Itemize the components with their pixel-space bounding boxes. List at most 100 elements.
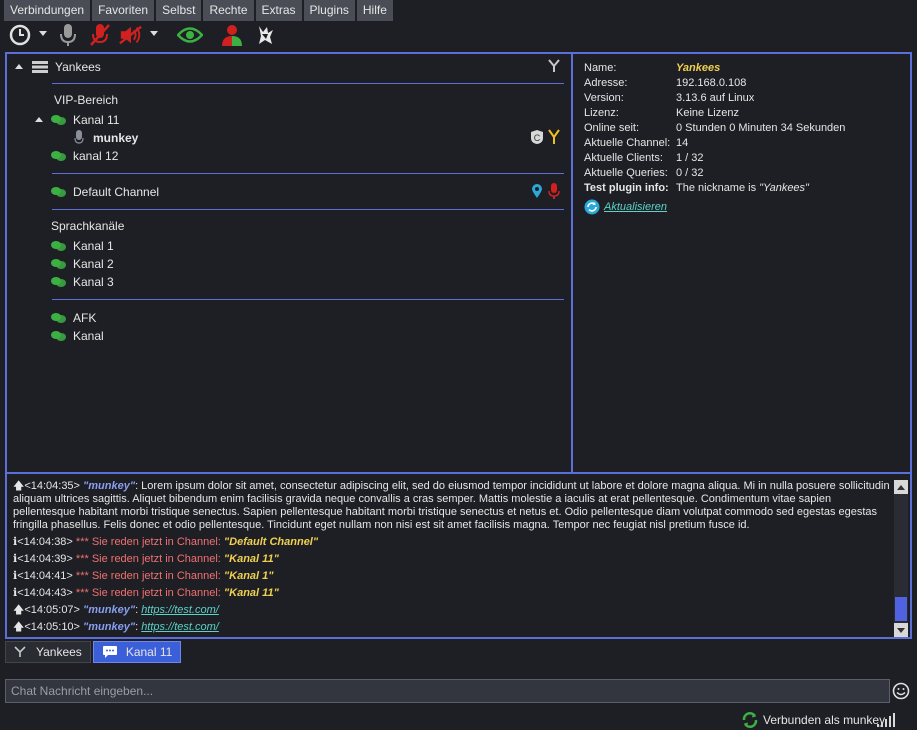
tree-channel-kanal-3[interactable]: Kanal 3 xyxy=(51,273,114,291)
eye-icon[interactable] xyxy=(176,23,204,47)
chat-nick[interactable]: "munkey" xyxy=(83,621,135,633)
tree-server-label: Yankees xyxy=(55,60,101,74)
speaker-muted-icon[interactable] xyxy=(119,23,143,47)
channel-commander-icon: C xyxy=(530,129,544,148)
user-red-green-icon[interactable] xyxy=(220,23,244,47)
connection-status: Verbunden als munkey xyxy=(763,713,886,727)
tree-channel-kanal[interactable]: Kanal xyxy=(51,327,104,345)
chat-bubble-icon xyxy=(102,646,117,658)
tab-server[interactable]: Yankees xyxy=(5,641,91,663)
tree-channel-kanal-11[interactable]: Kanal 11 xyxy=(51,111,119,129)
menu-rechte[interactable]: Rechte xyxy=(203,0,254,21)
menu-selbst[interactable]: Selbst xyxy=(156,0,202,21)
tree-channel-label: Default Channel xyxy=(73,185,160,199)
tree-user-munkey[interactable]: munkey xyxy=(74,129,138,147)
tree-channel-afk[interactable]: AFK xyxy=(51,309,96,327)
chat-nick[interactable]: "munkey" xyxy=(83,604,135,616)
microphone-icon[interactable] xyxy=(56,23,80,47)
refresh-link[interactable]: Aktualisieren xyxy=(584,199,667,215)
info-row-queries: Aktuelle Queries: 0 / 32 xyxy=(584,167,704,179)
info-row-uptime: Online seit: 0 Stunden 0 Minuten 34 Seku… xyxy=(584,122,846,134)
menu-bar: Verbindungen Favoriten Selbst Rechte Ext… xyxy=(0,0,917,21)
menu-verbindungen[interactable]: Verbindungen xyxy=(4,0,91,21)
chat-channel-link[interactable]: "Kanal 11" xyxy=(224,587,279,599)
tree-channel-label: Kanal xyxy=(73,329,104,343)
emoji-icon[interactable] xyxy=(892,682,910,700)
server-info-panel: Name: Yankees Adresse: 192.168.0.108 Ver… xyxy=(571,52,912,474)
clock-icon[interactable] xyxy=(8,23,32,47)
tree-channel-label: Kanal 1 xyxy=(73,239,114,253)
chat-log: 🡅<14:04:35> "munkey": Lorem ipsum dolor … xyxy=(5,472,912,639)
channel-icon xyxy=(51,115,66,125)
tree-spacer-sprach[interactable]: Sprachkanäle xyxy=(51,217,124,235)
menu-hilfe[interactable]: Hilfe xyxy=(356,0,393,21)
tree-server[interactable]: Yankees xyxy=(31,58,101,76)
scroll-up-icon[interactable] xyxy=(894,480,908,494)
tree-channel-label: kanal 12 xyxy=(73,149,119,163)
tree-channel-label: AFK xyxy=(73,311,97,325)
toolbar xyxy=(0,21,917,49)
server-icon xyxy=(32,61,48,73)
refresh-icon xyxy=(584,199,600,215)
server-tree: Yankees VIP-Bereich Kanal 11 munkey C ka… xyxy=(5,52,573,474)
group-icon xyxy=(547,129,561,148)
info-row-clients: Aktuelle Clients: 1 / 32 xyxy=(584,152,704,164)
menu-extras[interactable]: Extras xyxy=(255,0,302,21)
server-badge-icon xyxy=(14,646,26,657)
talk-power-icon xyxy=(548,183,560,202)
chevron-down-icon[interactable] xyxy=(39,31,47,36)
tree-channel-kanal-12[interactable]: kanal 12 xyxy=(51,147,118,165)
server-badge-icon xyxy=(547,59,561,76)
tree-collapse-icon[interactable] xyxy=(35,117,43,122)
arrow-up-icon: 🡅 xyxy=(13,604,25,616)
tree-channel-kanal-1[interactable]: Kanal 1 xyxy=(51,237,114,255)
chat-scrollbar[interactable] xyxy=(894,480,908,637)
arrow-up-icon: 🡅 xyxy=(13,480,25,492)
info-row-name: Name: Yankees xyxy=(584,62,721,74)
chat-url[interactable]: https://test.com/ xyxy=(141,604,219,616)
chat-input[interactable] xyxy=(5,679,890,703)
chat-message: 🡅<14:05:10> "munkey": https://test.com/ xyxy=(13,621,219,633)
microphone-muted-icon[interactable] xyxy=(88,23,112,47)
tree-channel-label: Kanal 2 xyxy=(73,257,114,271)
chat-message: ℹ<14:04:39> *** Sie reden jetzt in Chann… xyxy=(13,553,279,565)
channel-icon xyxy=(51,151,66,161)
tree-channel-kanal-2[interactable]: Kanal 2 xyxy=(51,255,114,273)
channel-icon xyxy=(51,241,66,251)
channel-icon xyxy=(51,331,66,341)
chat-channel-link[interactable]: "Kanal 11" xyxy=(224,553,279,565)
menu-favoriten[interactable]: Favoriten xyxy=(92,0,155,21)
channel-icon xyxy=(51,277,66,287)
chevron-down-icon[interactable] xyxy=(150,31,158,36)
info-row-channels: Aktuelle Channel: 14 xyxy=(584,137,689,149)
microphone-icon xyxy=(74,130,84,144)
scroll-down-icon[interactable] xyxy=(894,623,908,637)
tree-spacer-vip[interactable]: VIP-Bereich xyxy=(54,91,118,109)
info-row-license: Lizenz: Keine Lizenz xyxy=(584,107,739,119)
chat-nick[interactable]: "munkey" xyxy=(83,480,135,492)
separator xyxy=(52,299,564,300)
channel-icon xyxy=(51,313,66,323)
default-channel-pin-icon xyxy=(531,183,543,202)
separator xyxy=(52,83,564,84)
tree-collapse-icon[interactable] xyxy=(15,64,23,69)
chat-message: 🡅<14:05:07> "munkey": https://test.com/ xyxy=(13,604,219,616)
separator xyxy=(52,209,564,210)
chat-message: ℹ<14:04:41> *** Sie reden jetzt in Chann… xyxy=(13,570,274,582)
tree-channel-default[interactable]: Default Channel xyxy=(51,183,159,201)
chat-message: ℹ<14:04:38> *** Sie reden jetzt in Chann… xyxy=(13,536,319,548)
channel-icon xyxy=(51,187,66,197)
chat-channel-link[interactable]: "Kanal 1" xyxy=(224,570,274,582)
tree-channel-label: Kanal 11 xyxy=(73,113,120,127)
chat-url[interactable]: https://test.com/ xyxy=(141,621,219,633)
status-bar: Verbunden als munkey xyxy=(0,709,917,730)
separator xyxy=(52,173,564,174)
tab-channel[interactable]: Kanal 11 xyxy=(92,641,182,663)
menu-plugins[interactable]: Plugins xyxy=(303,0,355,21)
chat-messages: 🡅<14:04:35> "munkey": Lorem ipsum dolor … xyxy=(13,480,893,638)
wolf-icon[interactable] xyxy=(254,23,278,47)
arrow-up-icon: 🡅 xyxy=(13,621,25,633)
chat-channel-link[interactable]: "Default Channel" xyxy=(224,536,318,548)
info-row-address: Adresse: 192.168.0.108 xyxy=(584,77,747,89)
scroll-thumb[interactable] xyxy=(895,597,907,621)
